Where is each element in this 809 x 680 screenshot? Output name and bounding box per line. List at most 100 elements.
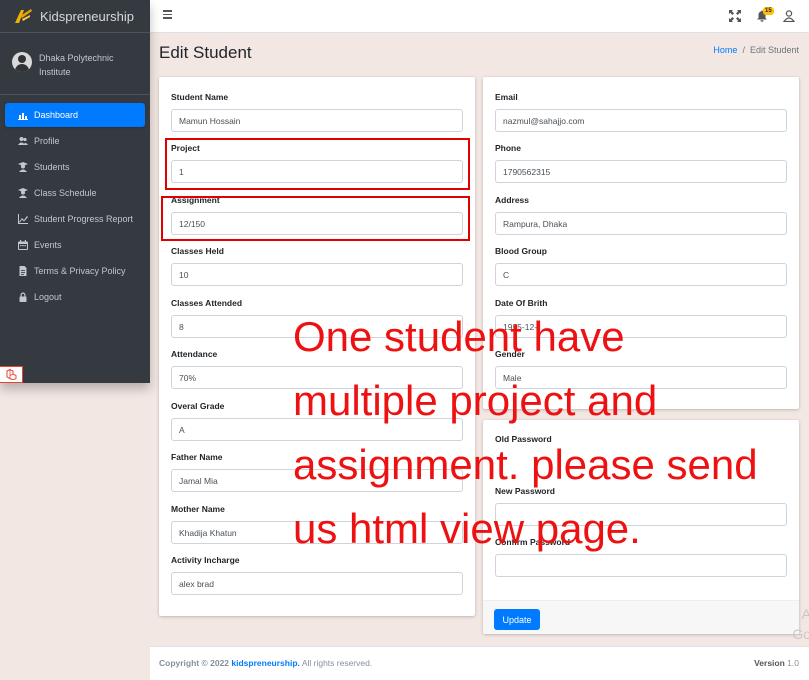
overall-grade-field[interactable] <box>171 418 463 441</box>
laravel-logo-icon <box>6 369 16 380</box>
sidebar-item-logout[interactable]: Logout <box>5 285 145 309</box>
calendar-icon <box>18 240 28 250</box>
mother-name-group: Mother Name <box>171 504 463 544</box>
sidebar-item-label: Class Schedule <box>34 188 97 198</box>
assignment-group: Assignment <box>171 195 463 235</box>
classes-attended-field[interactable] <box>171 315 463 338</box>
confirm-password-field[interactable] <box>495 554 787 577</box>
classes-held-group: Classes Held <box>171 246 463 286</box>
watermark-line-1: A <box>801 606 809 622</box>
sidebar-item-students[interactable]: Students <box>5 155 145 179</box>
dob-field[interactable] <box>495 315 787 338</box>
attendance-field[interactable] <box>171 366 463 389</box>
copyright-text: Copyright © 2022 <box>159 658 230 668</box>
father-name-group: Father Name <box>171 452 463 492</box>
classes-attended-label: Classes Attended <box>171 298 243 308</box>
sidebar-nav: Dashboard Profile Students Class Schedul… <box>0 103 150 309</box>
password-card-footer: Update <box>483 600 799 634</box>
email-label: Email <box>495 92 518 102</box>
rights-text: All rights reserved. <box>301 658 373 668</box>
sidebar-item-label: Students <box>34 162 70 172</box>
sidebar-item-events[interactable]: Events <box>5 233 145 257</box>
sidebar-item-class-schedule[interactable]: Class Schedule <box>5 181 145 205</box>
dob-label: Date Of Brith <box>495 298 548 308</box>
assignment-field[interactable] <box>171 212 463 235</box>
old-password-group: Old Password <box>495 434 787 474</box>
breadcrumb-home-link[interactable]: Home <box>713 45 737 55</box>
user-panel[interactable]: Dhaka Polytechnic Institute <box>0 41 150 95</box>
breadcrumb-separator: / <box>742 45 745 55</box>
email-field[interactable] <box>495 109 787 132</box>
sidebar-item-label: Student Progress Report <box>34 214 134 224</box>
version-number: 1.0 <box>787 658 799 668</box>
student-info-card: Student Name Project Assignment Classes … <box>159 77 475 616</box>
old-password-label: Old Password <box>495 434 552 444</box>
sidebar: Kidspreneurship Dhaka Polytechnic Instit… <box>0 0 150 383</box>
chart-line-icon <box>18 214 28 224</box>
chart-icon <box>18 110 28 120</box>
blood-group-label: Blood Group <box>495 246 547 256</box>
sidebar-item-profile[interactable]: Profile <box>5 129 145 153</box>
topbar: 15 <box>150 0 809 33</box>
phone-field[interactable] <box>495 160 787 183</box>
page-title: Edit Student <box>159 43 252 62</box>
student-name-label: Student Name <box>171 92 229 102</box>
phone-label: Phone <box>495 143 521 153</box>
lock-icon <box>18 292 28 302</box>
users-icon <box>18 136 28 146</box>
notifications-bell-icon[interactable]: 15 <box>756 7 774 23</box>
blood-group-field[interactable] <box>495 263 787 286</box>
sidebar-item-label: Logout <box>34 292 62 302</box>
attendance-label: Attendance <box>171 349 218 359</box>
sidebar-item-dashboard[interactable]: Dashboard <box>5 103 145 127</box>
sidebar-item-terms-privacy[interactable]: Terms & Privacy Policy <box>5 259 145 283</box>
address-group: Address <box>495 195 787 235</box>
father-name-field[interactable] <box>171 469 463 492</box>
gender-label: Gender <box>495 349 525 359</box>
project-label: Project <box>171 143 200 153</box>
brand-name: Kidspreneurship <box>40 8 134 24</box>
new-password-label: New Password <box>495 486 555 496</box>
assignment-label: Assignment <box>171 195 220 205</box>
activity-incharge-field[interactable] <box>171 572 463 595</box>
menu-toggle-icon[interactable] <box>163 10 173 22</box>
old-password-field[interactable] <box>495 451 787 474</box>
laravel-debugbar-tab[interactable] <box>0 366 23 383</box>
mother-name-field[interactable] <box>171 521 463 544</box>
mother-name-label: Mother Name <box>171 504 225 514</box>
address-label: Address <box>495 195 530 205</box>
watermark-line-2: Go <box>792 626 809 642</box>
project-field[interactable] <box>171 160 463 183</box>
fullscreen-icon[interactable] <box>729 9 743 23</box>
overall-grade-label: Overal Grade <box>171 401 225 411</box>
sidebar-item-label: Dashboard <box>34 110 79 120</box>
sidebar-item-label: Terms & Privacy Policy <box>34 266 126 276</box>
gender-field[interactable] <box>495 366 787 389</box>
confirm-password-group: Confirm Password <box>495 537 787 577</box>
address-field[interactable] <box>495 212 787 235</box>
notification-badge: 15 <box>763 7 774 15</box>
classes-attended-group: Classes Attended <box>171 298 463 338</box>
classes-held-field[interactable] <box>171 263 463 286</box>
password-card: Old Password New Password Confirm Passwo… <box>483 420 799 634</box>
brand[interactable]: Kidspreneurship <box>0 0 150 33</box>
sidebar-item-label: Events <box>34 240 62 250</box>
sidebar-item-student-progress-report[interactable]: Student Progress Report <box>5 207 145 231</box>
new-password-field[interactable] <box>495 503 787 526</box>
student-name-field[interactable] <box>171 109 463 132</box>
student-icon <box>18 162 28 172</box>
activation-watermark: A Go <box>792 604 809 644</box>
contact-info-card: Email Phone Address Blood Group Date Of … <box>483 77 799 409</box>
gender-group: Gender <box>495 349 787 389</box>
update-button[interactable]: Update <box>494 609 540 630</box>
sidebar-item-label: Profile <box>34 136 60 146</box>
student-name-group: Student Name <box>171 92 463 132</box>
document-icon <box>18 266 28 276</box>
email-group: Email <box>495 92 787 132</box>
activity-incharge-group: Activity Incharge <box>171 555 463 595</box>
version: Version 1.0 <box>754 658 799 668</box>
attendance-group: Attendance <box>171 349 463 389</box>
breadcrumb: Home / Edit Student <box>713 45 799 55</box>
user-icon[interactable] <box>782 9 797 23</box>
brand-footer-link[interactable]: kidspreneurship. <box>231 658 300 668</box>
